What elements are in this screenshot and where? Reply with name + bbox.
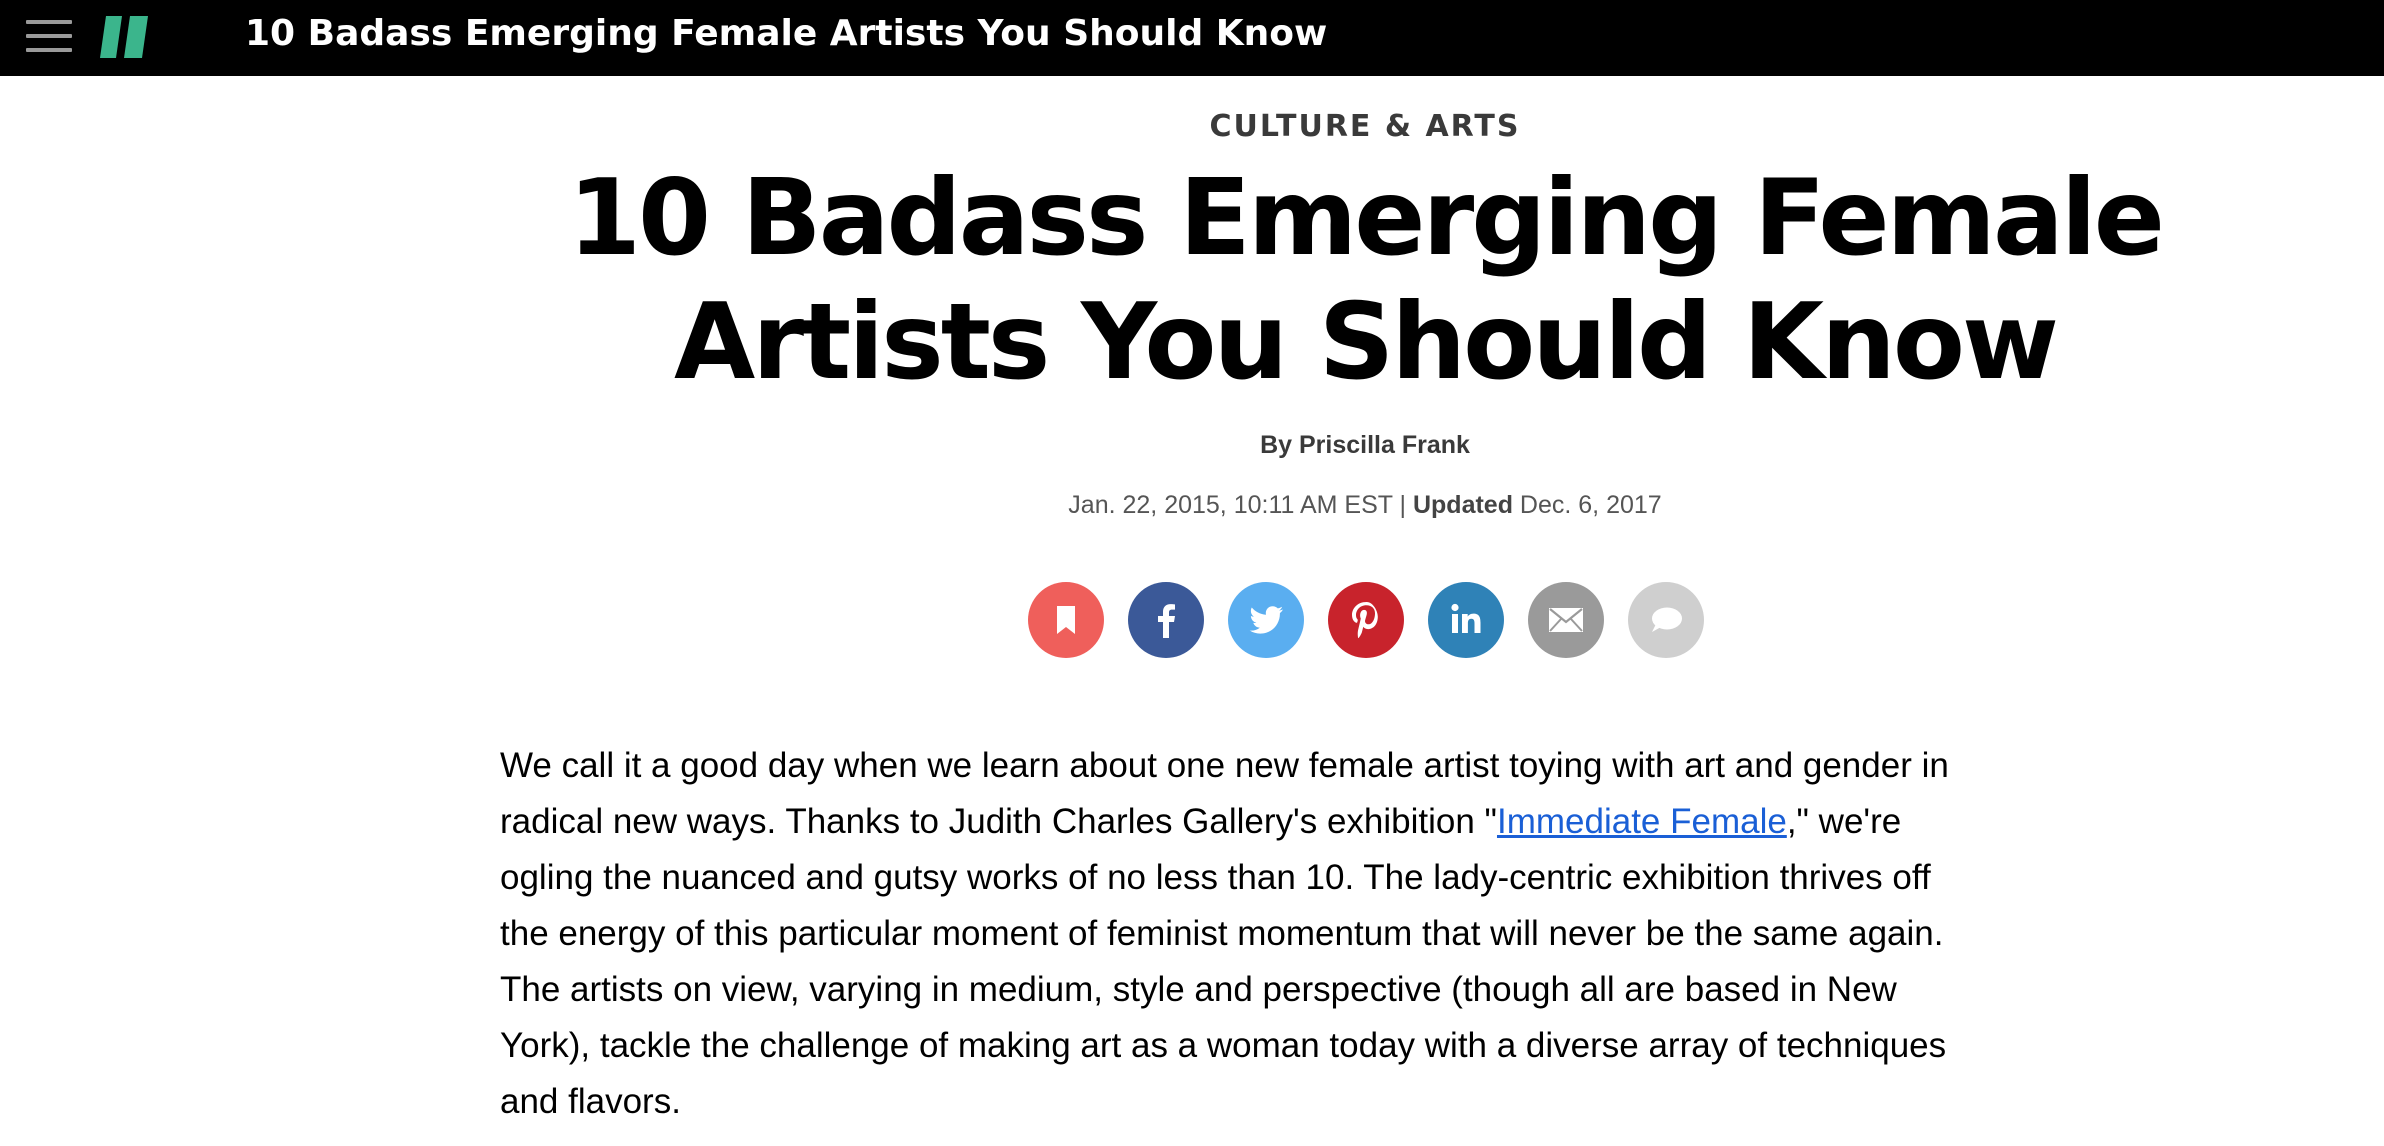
comment-icon: [1652, 607, 1682, 632]
linkedin-icon: [1451, 603, 1481, 633]
huffpost-logo-icon[interactable]: [100, 16, 148, 58]
pinterest-share-button[interactable]: [1328, 582, 1404, 658]
timestamp: Jan. 22, 2015, 10:11 AM EST | Updated De…: [0, 488, 2384, 522]
pinterest-icon: [1352, 602, 1378, 639]
top-navigation-bar: 10 Badass Emerging Female Artists You Sh…: [0, 0, 2384, 76]
immediate-female-link[interactable]: Immediate Female: [1497, 802, 1787, 841]
author-link[interactable]: Priscilla Frank: [1299, 431, 1470, 459]
topbar-title: 10 Badass Emerging Female Artists You Sh…: [245, 13, 1328, 54]
hamburger-menu-icon[interactable]: [26, 18, 72, 56]
timestamp-separator: |: [1392, 491, 1413, 519]
byline: By Priscilla Frank: [0, 428, 2384, 462]
twitter-icon: [1249, 606, 1283, 634]
published-date: Jan. 22, 2015, 10:11 AM EST: [1068, 491, 1393, 519]
email-share-button[interactable]: [1528, 582, 1604, 658]
bookmark-button[interactable]: [1028, 582, 1104, 658]
facebook-share-button[interactable]: [1128, 582, 1204, 658]
article-intro-paragraph: We call it a good day when we learn abou…: [500, 738, 1980, 1130]
huffpost-logo-shape: [100, 16, 148, 58]
comments-button[interactable]: [1628, 582, 1704, 658]
intro-text-part2: ," we're ogling the nuanced and gutsy wo…: [500, 802, 1947, 1121]
updated-date: Dec. 6, 2017: [1512, 491, 1662, 519]
section-label[interactable]: CULTURE & ARTS: [0, 106, 2384, 148]
linkedin-share-button[interactable]: [1428, 582, 1504, 658]
facebook-icon: [1158, 604, 1175, 638]
email-icon: [1549, 608, 1583, 632]
twitter-share-button[interactable]: [1228, 582, 1304, 658]
article-headline: 10 Badass Emerging Female Artists You Sh…: [567, 157, 2165, 403]
updated-label: Updated: [1412, 491, 1513, 519]
bookmark-icon: [1057, 606, 1075, 634]
byline-prefix: By: [1260, 431, 1299, 459]
